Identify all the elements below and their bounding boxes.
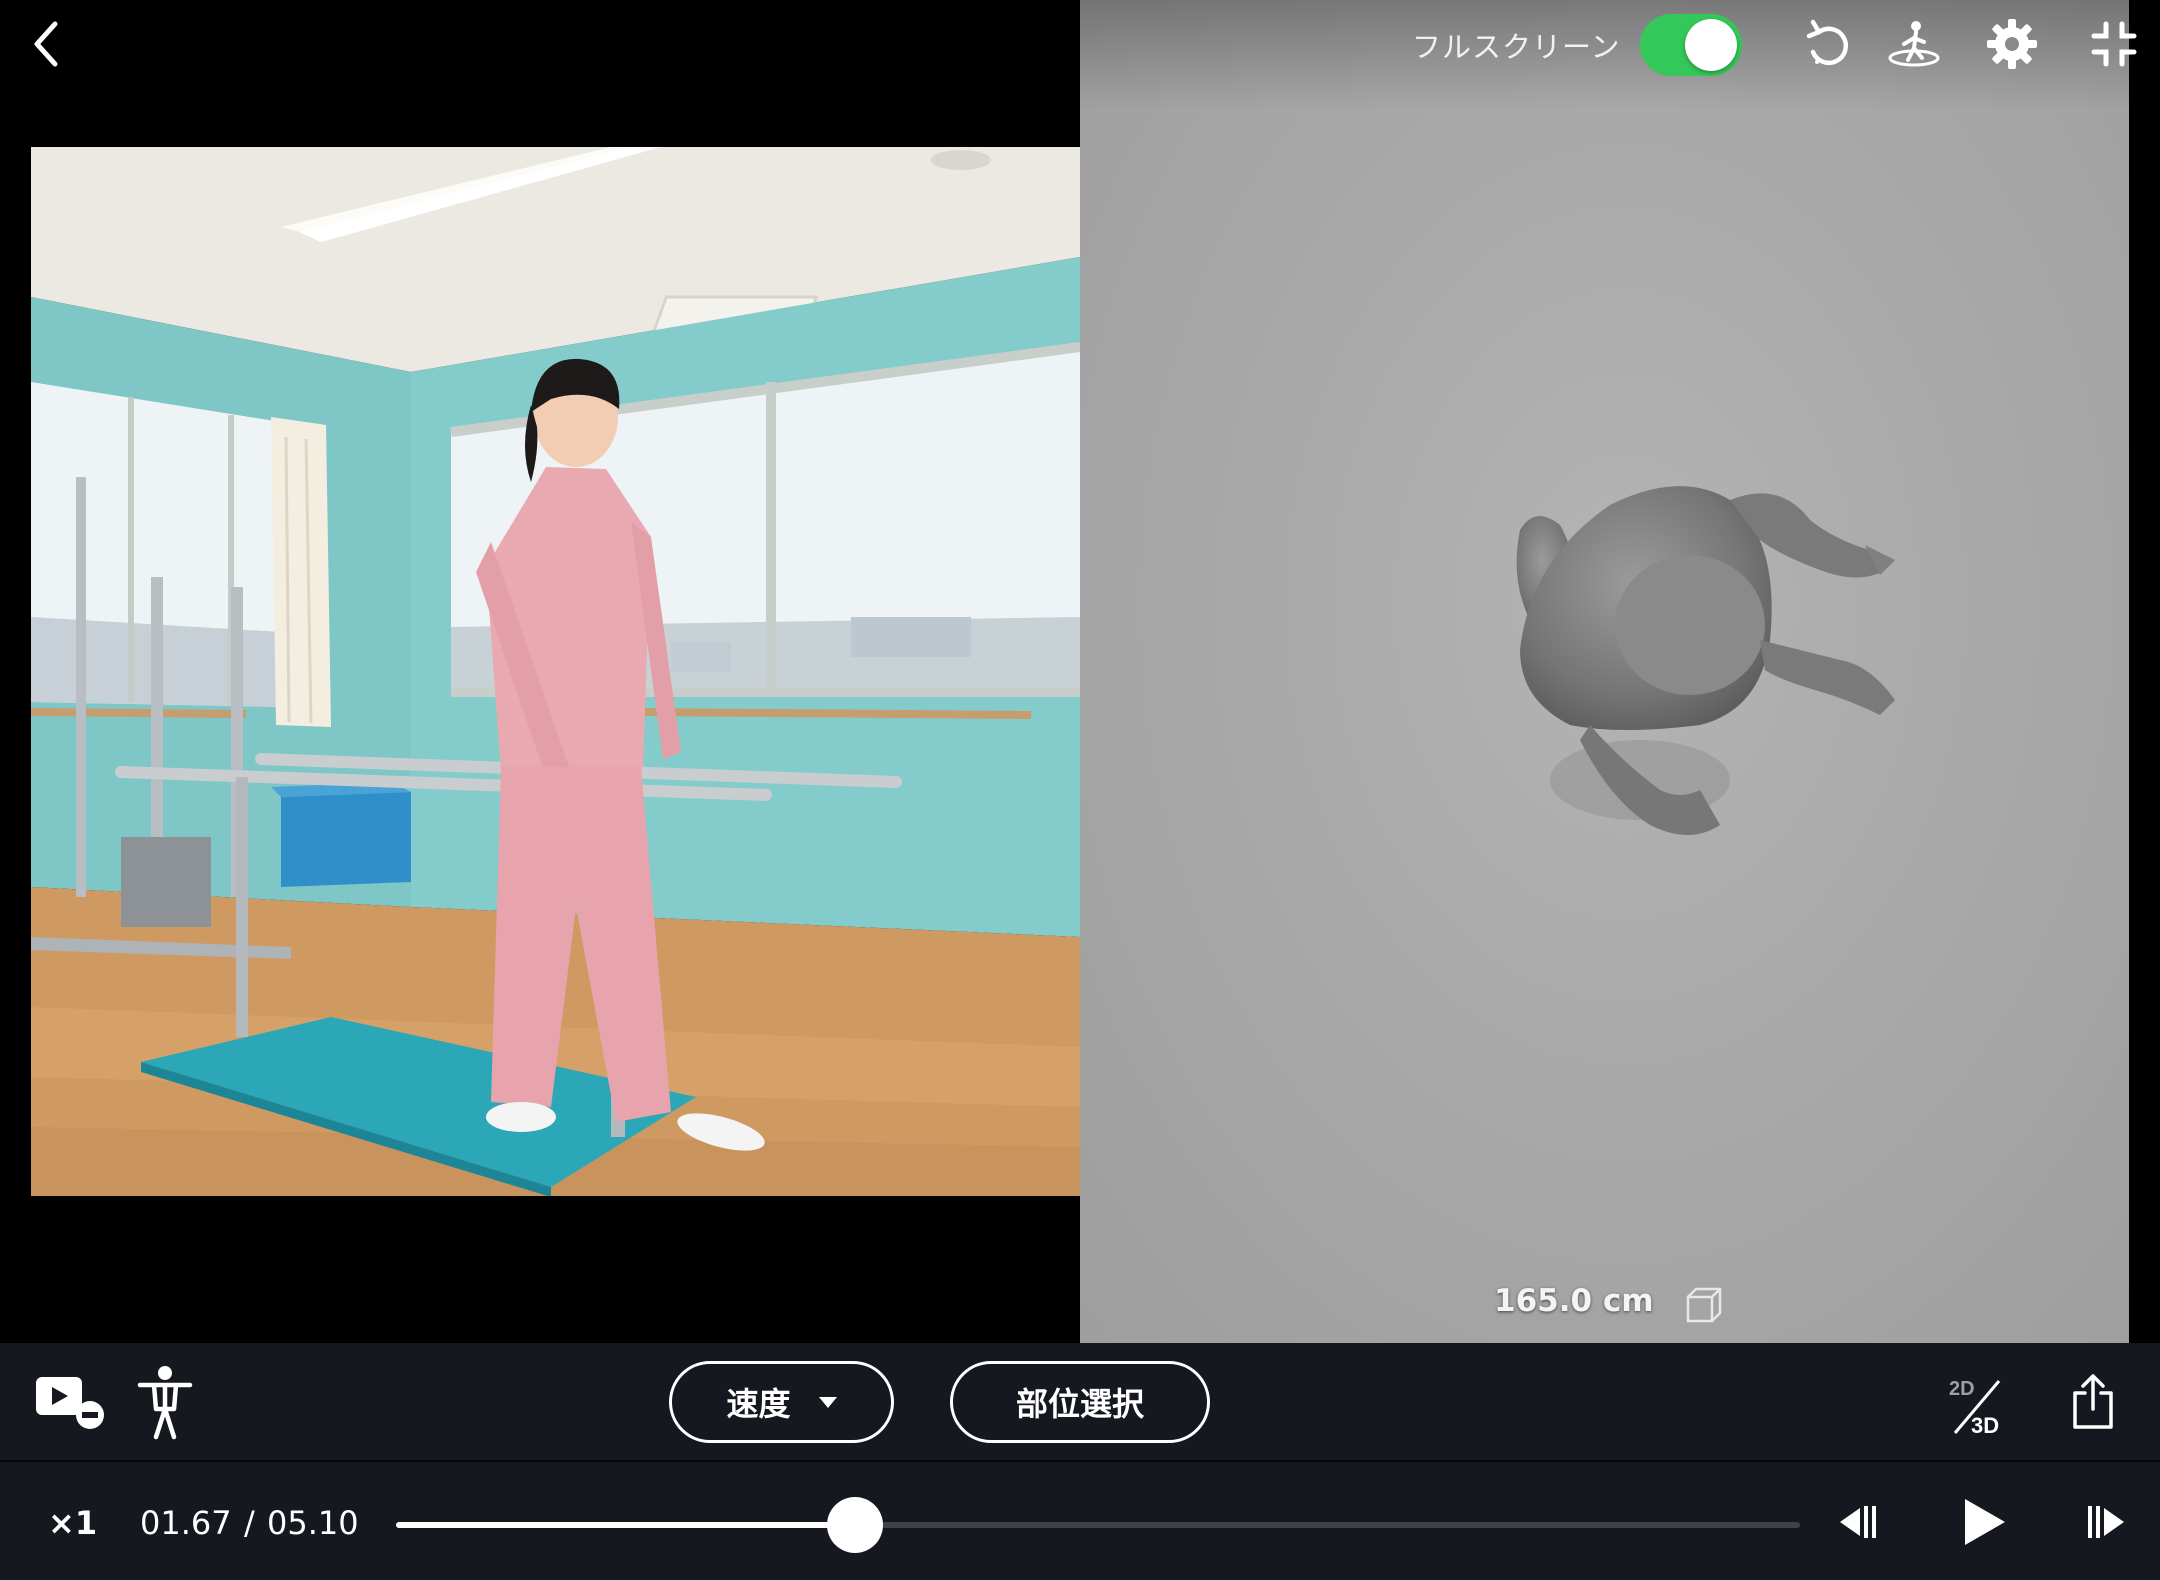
body-figure-icon (137, 1366, 193, 1440)
avatar-3d-model (1516, 486, 1895, 835)
rehab-scene-image (31, 147, 1080, 1196)
step-back-button[interactable] (1830, 1492, 1886, 1552)
body-orientation-icon (1888, 21, 1940, 67)
scrubber-progress (396, 1522, 856, 1528)
play-button[interactable] (1952, 1490, 2016, 1554)
scrubber-track[interactable] (396, 1497, 1800, 1553)
speed-button[interactable]: 速度 (669, 1361, 894, 1443)
step-forward-button[interactable] (2078, 1492, 2134, 1552)
model-3d-pane[interactable] (1080, 0, 2129, 1343)
step-forward-icon (2088, 1506, 2124, 1538)
current-time: 01.67 (140, 1504, 232, 1542)
part-select-button[interactable]: 部位選択 (950, 1361, 1210, 1443)
bounding-box-icon (1686, 1287, 1722, 1323)
mode-2d-label: 2D (1949, 1378, 1975, 1400)
exit-fullscreen-icon (2091, 21, 2137, 67)
back-button[interactable] (22, 14, 70, 74)
scrubber-thumb[interactable] (827, 1497, 884, 1553)
control-bar: 速度 部位選択 2D 3D (0, 1343, 2160, 1460)
play-icon (1965, 1499, 2005, 1545)
timeline-bar: ×1 01.67 / 05.10 (0, 1460, 2160, 1580)
settings-button[interactable] (1982, 14, 2042, 74)
video-pane (0, 0, 1080, 1343)
fullscreen-label: フルスクリーン (1412, 30, 1621, 64)
top-toolbar: フルスクリーン (1380, 0, 2160, 90)
mode-3d-label: 3D (1971, 1413, 1999, 1437)
reset-rotate-button[interactable] (1797, 14, 1857, 74)
remove-video-button[interactable] (32, 1371, 108, 1433)
share-icon (2073, 1374, 2113, 1429)
avatar-height-label: 165.0 cm (1494, 1283, 1654, 1319)
reset-rotate-icon (1806, 19, 1849, 66)
back-chevron-icon (34, 21, 58, 67)
body-orientation-button[interactable] (1884, 14, 1944, 74)
exit-fullscreen-button[interactable] (2084, 14, 2144, 74)
fullscreen-toggle[interactable] (1640, 14, 1742, 76)
motion-analysis-app: フルスクリーン 165.0 cm 速度 部位選択 2D 3D ×1 01.67 … (0, 0, 2160, 1580)
dimension-toggle-icon: 2D 3D (1949, 1378, 2001, 1437)
time-separator: / (244, 1504, 255, 1542)
right-edge (2129, 0, 2160, 1343)
bounding-box-button[interactable] (1684, 1285, 1724, 1325)
share-button[interactable] (2068, 1371, 2118, 1433)
part-select-label: 部位選択 (1015, 1385, 1144, 1423)
speed-indicator[interactable]: ×1 (48, 1504, 97, 1542)
step-back-icon (1840, 1506, 1876, 1538)
speed-button-label: 速度 (726, 1385, 791, 1423)
total-time: 05.10 (267, 1504, 359, 1542)
body-figure-button[interactable] (130, 1363, 200, 1443)
chevron-down-icon (818, 1396, 837, 1408)
dimension-toggle-button[interactable]: 2D 3D (1945, 1373, 2009, 1437)
video-remove-icon (36, 1377, 104, 1429)
gear-icon (1987, 19, 2037, 69)
video-frame[interactable] (31, 147, 1080, 1196)
toggle-knob (1685, 19, 1737, 71)
